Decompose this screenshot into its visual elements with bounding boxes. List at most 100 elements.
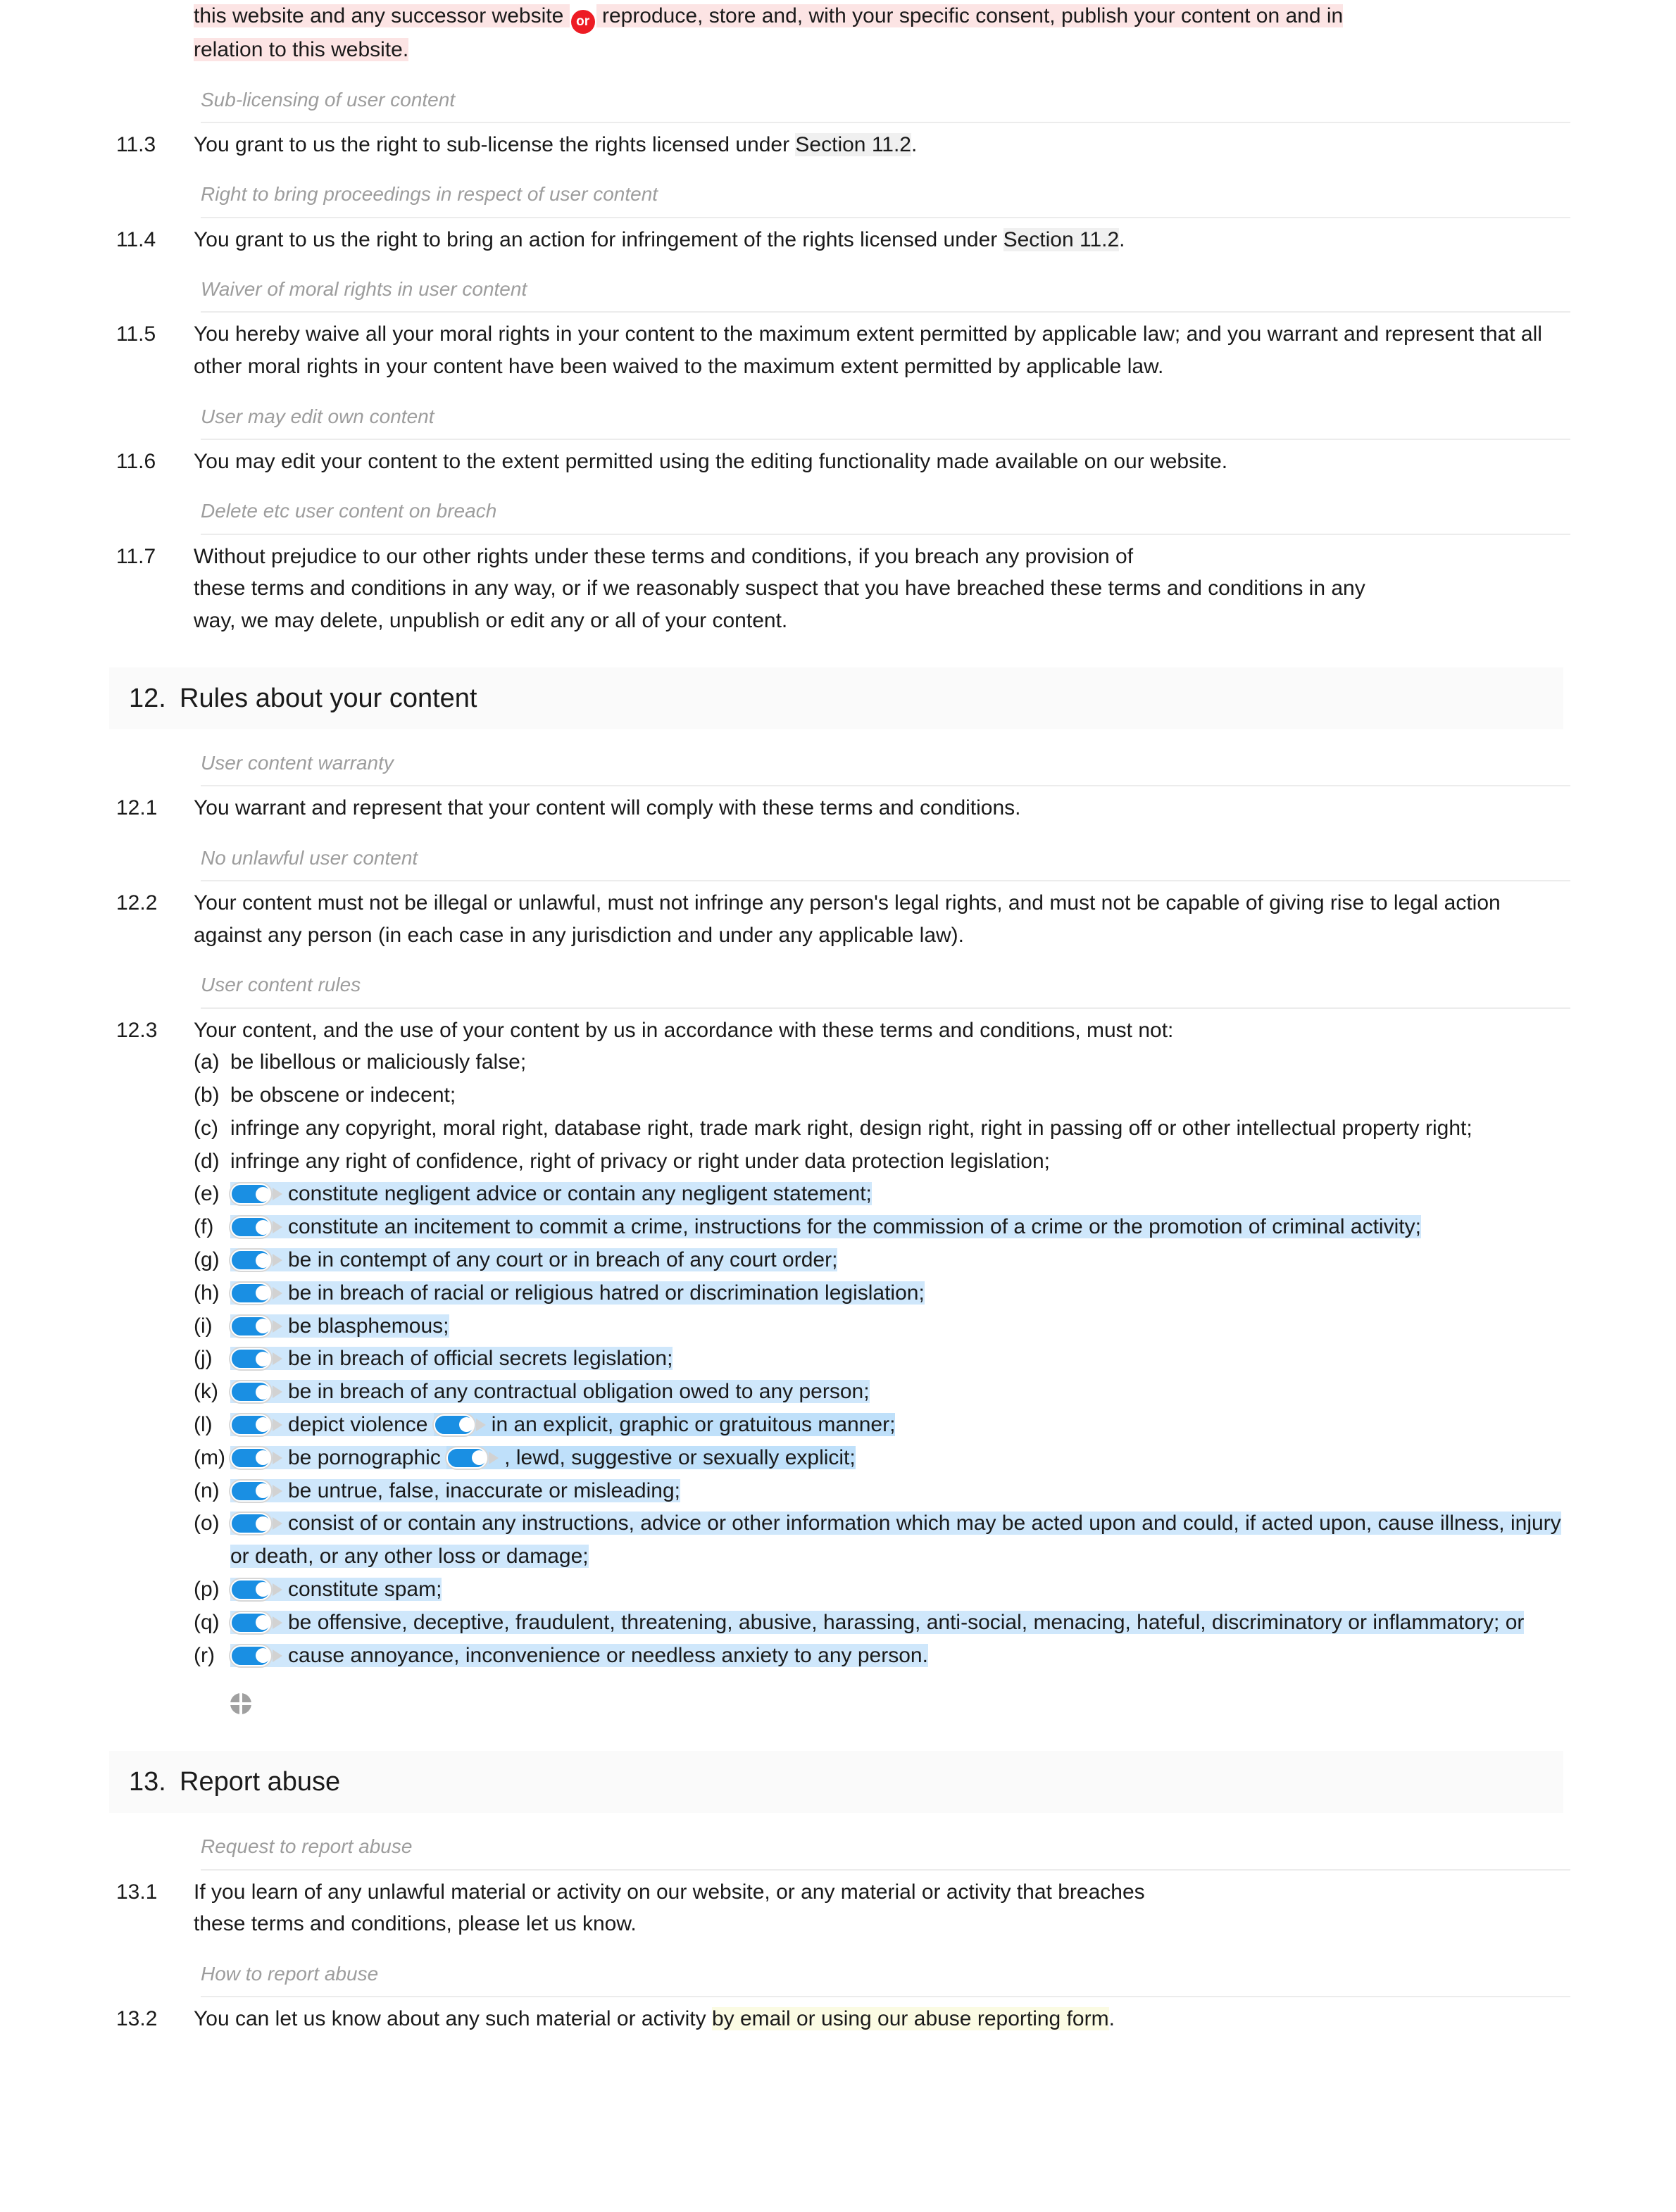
- rule-toggle-j[interactable]: [230, 1348, 282, 1370]
- subheading-label: Sub-licensing of user content: [201, 88, 456, 111]
- document-content: this website and any successor website o…: [0, 0, 1676, 2042]
- clause-line-2: these terms and conditions, please let u…: [194, 1912, 637, 1936]
- rule-segment: be libellous or maliciously false;: [230, 1050, 527, 1074]
- list-item: (a) be libellous or maliciously false;: [194, 1046, 1563, 1079]
- clause-13-2: 13.2 You can let us know about any such …: [109, 1997, 1563, 2042]
- clause-text-after: .: [1108, 2006, 1115, 2030]
- list-item-text: consist of or contain any instructions, …: [230, 1507, 1563, 1573]
- list-item: (b) be obscene or indecent;: [194, 1079, 1563, 1112]
- clause-number: 13.1: [116, 1880, 158, 1904]
- section-title: Report abuse: [180, 1766, 341, 1797]
- subheading-request-to-report-abuse: Request to report abuse: [201, 1820, 1570, 1871]
- rule-toggle-l-1[interactable]: [230, 1414, 282, 1435]
- list-item-letter: (r): [194, 1643, 215, 1667]
- list-item-text: constitute negligent advice or contain a…: [230, 1178, 1563, 1211]
- rule-segment-b: , lewd, suggestive or sexually explicit;: [446, 1445, 856, 1469]
- list-item-letter: (b): [194, 1083, 220, 1107]
- list-item-text: be in breach of racial or religious hatr…: [230, 1277, 1563, 1310]
- rule-toggle-e[interactable]: [230, 1183, 282, 1205]
- clause-number: 12.1: [116, 796, 158, 820]
- opening-part1: this website and any successor website: [194, 4, 564, 27]
- toggle-pointer-icon: [273, 1221, 282, 1234]
- rule-toggle-m-1[interactable]: [230, 1447, 282, 1469]
- move-handle-icon[interactable]: [229, 1692, 253, 1716]
- section-reference[interactable]: Section 11.2: [1003, 227, 1120, 251]
- rule-segment: be in contempt of any court or in breach…: [230, 1248, 838, 1271]
- rule-segment: be blasphemous;: [230, 1314, 449, 1338]
- clause-text: You warrant and represent that your cont…: [194, 796, 1021, 820]
- list-item: (n) be untrue, false, inaccurate or misle…: [194, 1475, 1563, 1508]
- clause-text: You hereby waive all your moral rights i…: [194, 322, 1542, 378]
- list-item: (f) constitute an incitement to commit a …: [194, 1211, 1563, 1244]
- toggle-pointer-icon: [273, 1254, 282, 1267]
- list-item: (g) be in contempt of any court or in bre…: [194, 1244, 1563, 1277]
- rule-toggle-p[interactable]: [230, 1578, 282, 1600]
- list-item: (l) depict violence in an explicit, graph…: [194, 1409, 1563, 1442]
- rule-segment: constitute negligent advice or contain a…: [230, 1182, 872, 1206]
- section-number: 13.: [129, 1766, 166, 1797]
- section-header-12: 12. Rules about your content: [109, 667, 1563, 730]
- clause-text: You can let us know about any such mater…: [194, 2003, 1563, 2035]
- rule-toggle-q[interactable]: [230, 1611, 282, 1633]
- subheading-label: User may edit own content: [201, 405, 434, 427]
- or-badge-icon: or: [570, 10, 595, 34]
- toggle-knob: [256, 1186, 270, 1202]
- subheading-no-unlawful-user-content: No unlawful user content: [201, 831, 1570, 882]
- subheading-waiver-of-moral-rights: Waiver of moral rights in user content: [201, 263, 1570, 313]
- list-item-letter: (k): [194, 1380, 218, 1404]
- list-item-text: be pornographic , lewd, suggestive or se…: [230, 1442, 1563, 1475]
- clause-text: Your content must not be illegal or unla…: [194, 891, 1501, 947]
- abuse-reporting-link[interactable]: by email or using our abuse reporting fo…: [711, 2006, 1109, 2030]
- rule-toggle-o[interactable]: [230, 1513, 282, 1535]
- subheading-how-to-report-abuse: How to report abuse: [201, 1947, 1570, 1997]
- clause-text: Without prejudice to our other rights un…: [194, 541, 1563, 637]
- clause-text: If you learn of any unlawful material or…: [194, 1876, 1563, 1940]
- clause-11-7: 11.7 Without prejudice to our other righ…: [109, 535, 1563, 644]
- rule-toggle-l-2[interactable]: [433, 1414, 486, 1435]
- clause-line-1: Without prejudice to our other rights un…: [194, 544, 1134, 568]
- list-item: (d) infringe any right of confidence, rig…: [194, 1145, 1563, 1179]
- rule-toggle-h[interactable]: [230, 1282, 282, 1304]
- rule-toggle-m-2[interactable]: [446, 1447, 499, 1469]
- list-item: (k) be in breach of any contractual oblig…: [194, 1376, 1563, 1409]
- clause-11-6: 11.6 You may edit your content to the ex…: [109, 440, 1563, 485]
- list-item-letter: (c): [194, 1116, 218, 1140]
- clause-line-3: way, we may delete, unpublish or edit an…: [194, 608, 788, 632]
- rule-toggle-r[interactable]: [230, 1645, 282, 1666]
- toggle-pointer-icon: [273, 1583, 282, 1596]
- list-item-text: be obscene or indecent;: [230, 1079, 1563, 1112]
- list-item-text: cause annoyance, inconvenience or needle…: [230, 1640, 1563, 1673]
- section-reference[interactable]: Section 11.2: [795, 132, 911, 156]
- list-item: (h) be in breach of racial or religious h…: [194, 1277, 1563, 1310]
- list-item: (c) infringe any copyright, moral right, …: [194, 1112, 1563, 1145]
- clause-line-1: If you learn of any unlawful material or…: [194, 1880, 1145, 1904]
- subheading-right-to-bring-proceedings: Right to bring proceedings in respect of…: [201, 168, 1570, 218]
- list-item-letter: (e): [194, 1182, 220, 1206]
- clause-text-before: You can let us know about any such mater…: [194, 2006, 712, 2030]
- rule-toggle-i[interactable]: [230, 1315, 282, 1337]
- toggle-pointer-icon: [273, 1385, 282, 1399]
- clause-11-5: 11.5 You hereby waive all your moral rig…: [109, 313, 1563, 389]
- subheading-user-may-edit-own-content: User may edit own content: [201, 390, 1570, 440]
- rule-segment: be obscene or indecent;: [230, 1083, 456, 1107]
- clause-text-after: .: [911, 132, 918, 156]
- rule-toggle-n[interactable]: [230, 1480, 282, 1502]
- rule-toggle-g[interactable]: [230, 1250, 282, 1271]
- toggle-knob: [256, 1516, 270, 1531]
- rule-toggle-f[interactable]: [230, 1217, 282, 1238]
- rule-toggle-k[interactable]: [230, 1381, 282, 1403]
- section-number: 12.: [129, 683, 166, 713]
- list-item-letter: (g): [194, 1248, 220, 1271]
- clause-13-1: 13.1 If you learn of any unlawful materi…: [109, 1871, 1563, 1947]
- clause-number: 11.3: [116, 132, 156, 156]
- clause-number: 12.2: [116, 891, 158, 915]
- toggle-knob: [256, 1319, 270, 1334]
- rule-segment-b: in an explicit, graphic or gratuitous ma…: [433, 1412, 896, 1436]
- list-item: (q) be offensive, deceptive, fraudulent, …: [194, 1607, 1563, 1640]
- clause-11-2-continuation: this website and any successor website o…: [109, 0, 1563, 73]
- list-item-text: be in breach of official secrets legisla…: [230, 1343, 1563, 1376]
- list-item-text: be libellous or maliciously false;: [230, 1046, 1563, 1079]
- subheading-user-content-rules: User content rules: [201, 958, 1570, 1009]
- list-item-letter: (l): [194, 1412, 213, 1436]
- rule-segment: cause annoyance, inconvenience or needle…: [230, 1643, 928, 1667]
